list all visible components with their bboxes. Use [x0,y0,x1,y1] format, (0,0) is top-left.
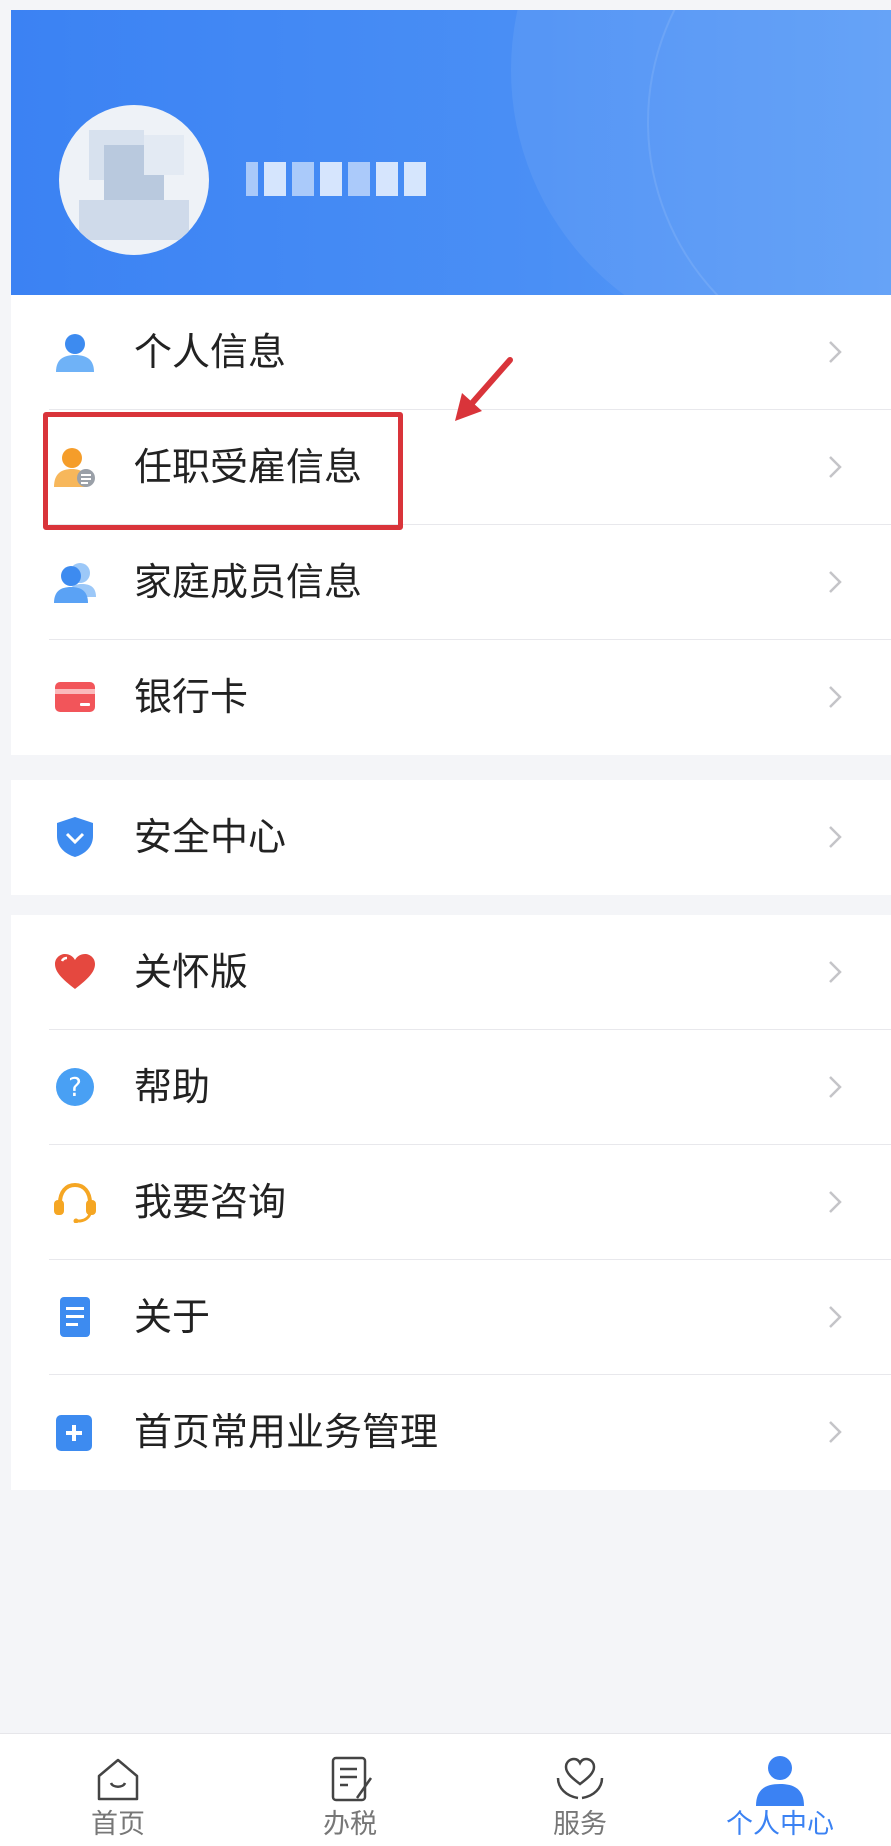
chevron-right-icon [829,341,842,363]
menu-item-family-info[interactable]: 家庭成员信息 [11,525,891,640]
add-square-icon [56,1415,92,1451]
chevron-right-icon [829,1076,842,1098]
menu-item-help[interactable]: ? 帮助 [11,1030,891,1145]
menu-item-security-center[interactable]: 安全中心 [11,780,891,895]
menu-item-label: 我要咨询 [134,1180,287,1224]
menu-item-label: 银行卡 [134,675,249,719]
menu-item-label: 个人信息 [134,330,287,374]
help-icon: ? [56,1068,94,1106]
person-icon [56,334,94,372]
menu-item-label: 帮助 [134,1065,211,1109]
tab-label: 办税 [323,1809,377,1840]
red-arrow-icon [455,357,513,421]
menu-item-label: 关怀版 [134,950,249,994]
menu-group-security: 安全中心 [11,780,891,895]
tab-personal-center[interactable]: 个人中心 [700,1734,860,1846]
highlight-box [43,412,403,530]
person-center-icon [756,1756,804,1806]
chevron-right-icon [829,1191,842,1213]
document-icon [60,1297,90,1337]
username-blurred [246,162,426,196]
chevron-right-icon [829,1306,842,1328]
chevron-right-icon [829,961,842,983]
svg-text:?: ? [68,1073,82,1103]
headset-icon [54,1182,96,1223]
avatar[interactable] [59,105,209,255]
bank-card-icon [55,682,95,712]
tax-document-icon [331,1756,373,1802]
header-decoration-ring [647,10,891,295]
tab-service[interactable]: 服务 [500,1734,660,1846]
profile-header [11,10,891,295]
menu-item-consult[interactable]: 我要咨询 [11,1145,891,1260]
menu-item-label: 安全中心 [134,815,287,859]
chevron-right-icon [829,826,842,848]
tab-tax[interactable]: 办税 [270,1734,430,1846]
menu-item-label: 首页常用业务管理 [134,1410,439,1454]
family-members-icon [54,563,96,603]
menu-item-bank-card[interactable]: 银行卡 [11,640,891,755]
menu-item-care-mode[interactable]: 关怀版 [11,915,891,1030]
tab-label: 个人中心 [726,1809,834,1840]
chevron-right-icon [829,456,842,478]
shield-icon [57,817,93,857]
menu-item-about[interactable]: 关于 [11,1260,891,1375]
chevron-right-icon [829,1421,842,1443]
tab-home[interactable]: 首页 [38,1734,198,1846]
chevron-right-icon [829,686,842,708]
service-heart-icon [556,1757,604,1800]
menu-group-other: 关怀版 ? 帮助 我要咨询 关于 首页常用业务管理 [11,915,891,1490]
tab-label: 首页 [91,1809,145,1840]
bottom-tab-bar: 首页 办税 服务 个人中心 [0,1733,891,1846]
tab-label: 服务 [553,1809,607,1840]
home-icon [97,1758,139,1801]
menu-item-label: 家庭成员信息 [134,560,363,604]
menu-item-label: 关于 [134,1295,211,1339]
heart-icon [55,954,95,989]
chevron-right-icon [829,571,842,593]
menu-item-home-business-management[interactable]: 首页常用业务管理 [11,1375,891,1490]
